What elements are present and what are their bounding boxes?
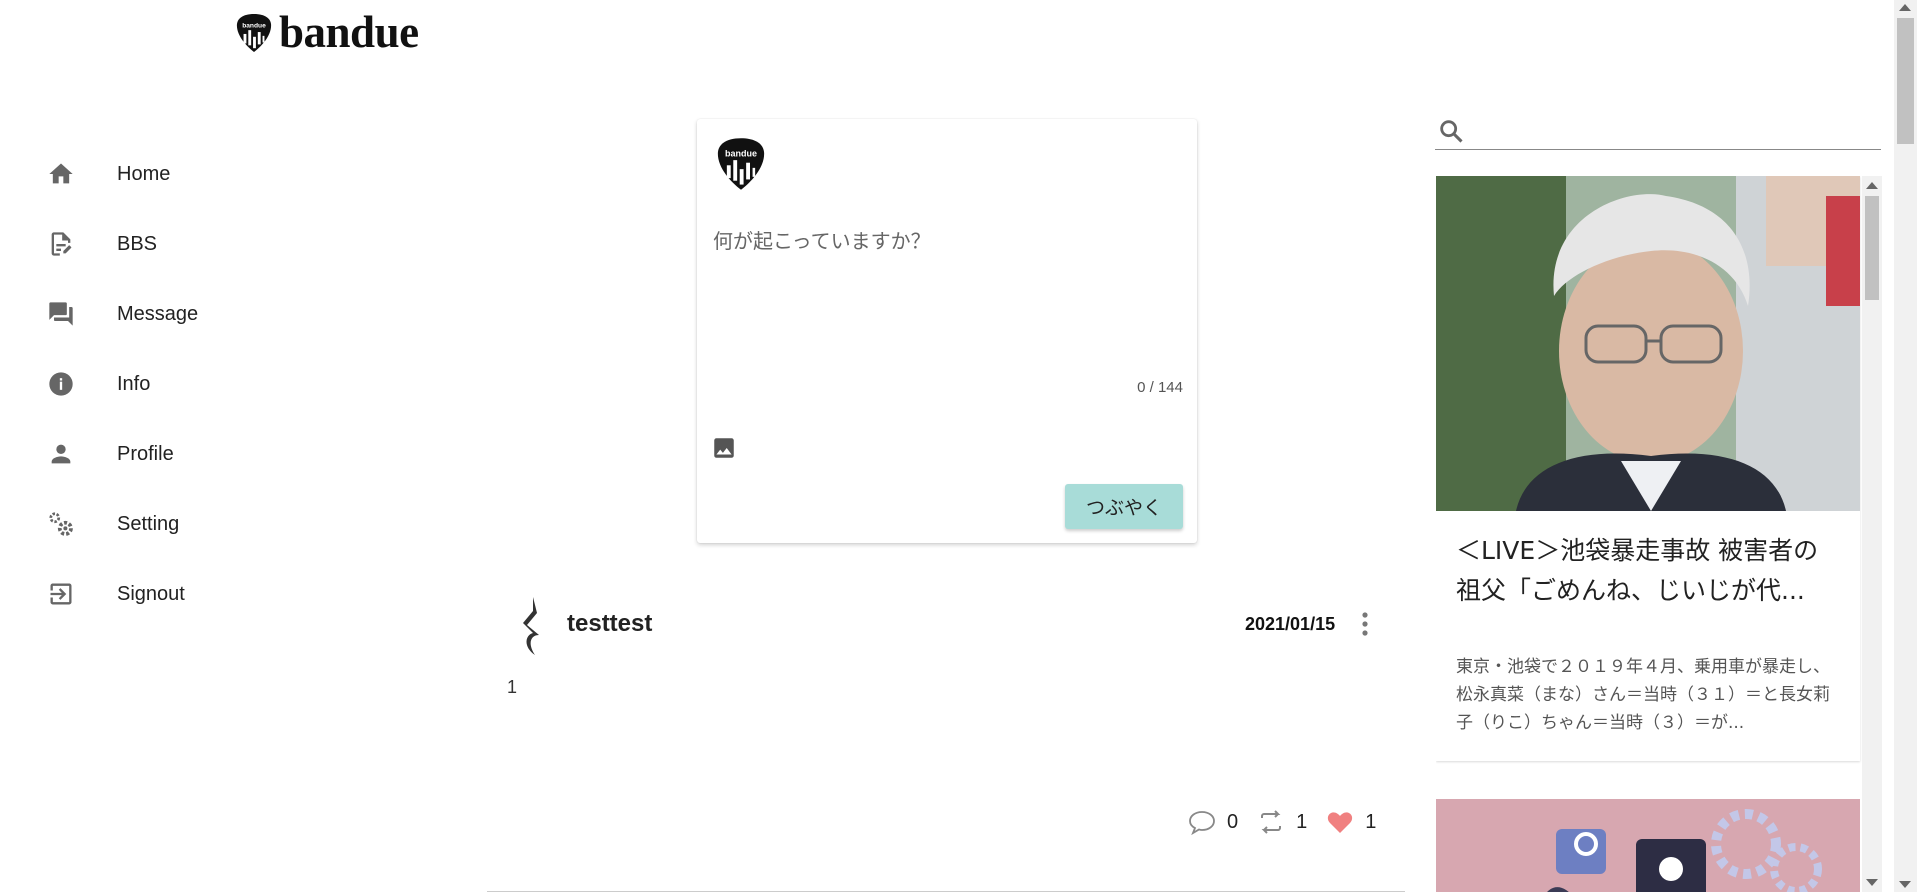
note-edit-icon: [46, 229, 76, 259]
news-scroll-thumb[interactable]: [1865, 196, 1879, 300]
image-icon[interactable]: [711, 435, 737, 461]
brand-logo[interactable]: bandue bandue: [235, 10, 419, 55]
post-author-avatar[interactable]: [519, 595, 553, 659]
news-card[interactable]: [1436, 799, 1860, 892]
post-body: 1: [507, 677, 518, 697]
exit-icon: [46, 579, 76, 609]
post-date: 2021/01/15: [1245, 614, 1336, 634]
sidebar-nav: Home BBS Message Info Profile Setting Si…: [46, 139, 306, 629]
user-avatar[interactable]: bandue: [715, 137, 767, 191]
sidebar-item-signout[interactable]: Signout: [46, 559, 306, 629]
comment-icon: [1189, 811, 1215, 836]
news-feed: ＜LIVE＞池袋暴走事故 被害者の祖父「ごめんね、じいじが代... 東京・池袋で…: [1436, 176, 1862, 892]
sidebar-item-setting[interactable]: Setting: [46, 489, 306, 559]
sidebar-item-bbs[interactable]: BBS: [46, 209, 306, 279]
gears-icon: [46, 509, 76, 539]
sidebar-item-info[interactable]: Info: [46, 349, 306, 419]
page-scroll-thumb[interactable]: [1897, 18, 1914, 144]
home-icon: [46, 159, 76, 189]
like-count: 1: [1365, 810, 1377, 833]
brand-name: bandue: [279, 7, 419, 57]
retweet-icon: [1261, 810, 1282, 834]
tweet-composer: bandue 0 / 144 つぶやく: [697, 119, 1197, 543]
news-scrollbar[interactable]: [1862, 176, 1882, 892]
sidebar-item-label: Setting: [117, 512, 180, 535]
more-vert-icon[interactable]: [1355, 609, 1375, 639]
news-card[interactable]: ＜LIVE＞池袋暴走事故 被害者の祖父「ごめんね、じいじが代... 東京・池袋で…: [1436, 176, 1860, 761]
sidebar-item-profile[interactable]: Profile: [46, 419, 306, 489]
news-illustration: [1436, 799, 1860, 892]
scroll-up-arrow-icon[interactable]: [1866, 182, 1878, 189]
post-item: testtest 2021/01/15 1 0 1 1: [487, 585, 1405, 892]
comment-button[interactable]: 0: [1187, 807, 1238, 837]
heart-icon: [1328, 812, 1353, 833]
sidebar-item-message[interactable]: Message: [46, 279, 306, 349]
char-counter: 0 / 144: [1137, 379, 1183, 396]
sidebar-item-home[interactable]: Home: [46, 139, 306, 209]
retweet-count: 1: [1296, 810, 1308, 833]
tweet-submit-button[interactable]: つぶやく: [1065, 484, 1183, 529]
person-icon: [46, 439, 76, 469]
search-icon[interactable]: [1437, 117, 1465, 145]
scroll-down-arrow-icon[interactable]: [1866, 879, 1878, 886]
search-bar: [1435, 112, 1881, 150]
tweet-input[interactable]: [711, 223, 1185, 367]
info-icon: [46, 369, 76, 399]
guitar-pick-logo-icon: bandue: [236, 13, 272, 52]
retweet-button[interactable]: 1: [1256, 807, 1307, 837]
like-button[interactable]: 1: [1325, 807, 1376, 837]
sidebar-item-label: Info: [117, 372, 151, 395]
news-summary: 東京・池袋で２０１９年４月、乗用車が暴走し、松永真菜（まな）さん＝当時（３１）＝…: [1456, 657, 1830, 733]
sidebar-item-label: Home: [117, 162, 171, 185]
search-input[interactable]: [1473, 113, 1881, 148]
post-author-name[interactable]: testtest: [567, 610, 652, 638]
sidebar-item-label: Message: [117, 302, 199, 325]
page-scroll-down-arrow-icon[interactable]: [1899, 881, 1911, 888]
post-actions: 0 1 1: [1187, 807, 1376, 837]
sidebar-item-label: Profile: [117, 442, 174, 465]
forum-icon: [46, 299, 76, 329]
sidebar-item-label: BBS: [117, 232, 158, 255]
avatar-pick-text: bandue: [725, 148, 757, 158]
page-scrollbar[interactable]: [1894, 0, 1917, 892]
news-photo: [1436, 176, 1860, 511]
news-title[interactable]: ＜LIVE＞池袋暴走事故 被害者の祖父「ごめんね、じいじが代...: [1436, 511, 1860, 619]
sidebar-item-label: Signout: [117, 582, 185, 605]
comment-count: 0: [1227, 810, 1239, 833]
page-scroll-up-arrow-icon[interactable]: [1899, 4, 1911, 11]
logo-pick-text: bandue: [242, 22, 266, 29]
